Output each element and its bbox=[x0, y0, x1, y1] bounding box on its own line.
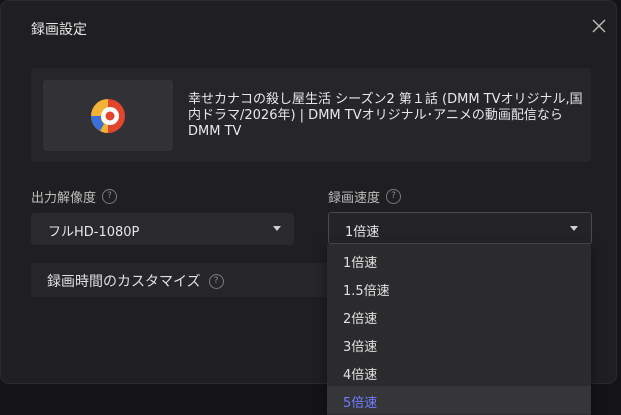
speed-option[interactable]: 3倍速 bbox=[327, 330, 591, 358]
speed-option-highlighted[interactable]: 5倍速 bbox=[327, 386, 591, 414]
recording-speed-dropdown: 1倍速 1.5倍速 2倍速 3倍速 4倍速 5倍速 bbox=[327, 244, 591, 415]
video-card: 幸せカナコの殺し屋生活 シーズン2 第１話 (DMM TVオリジナル,国内ドラマ… bbox=[31, 68, 591, 162]
speed-option[interactable]: 4倍速 bbox=[327, 358, 591, 386]
dmm-tv-logo-icon bbox=[91, 99, 125, 133]
speed-option[interactable]: 2倍速 bbox=[327, 302, 591, 330]
speed-option[interactable]: 1.5倍速 bbox=[327, 274, 591, 302]
output-resolution-value: フルHD-1080P bbox=[48, 225, 140, 240]
recording-speed-value: 1倍速 bbox=[345, 225, 380, 240]
chevron-down-icon bbox=[570, 226, 578, 231]
help-icon[interactable]: ? bbox=[102, 189, 118, 204]
output-resolution-label-text: 出力解像度 bbox=[31, 191, 97, 206]
speed-option[interactable]: 1倍速 bbox=[327, 246, 591, 274]
video-thumbnail bbox=[43, 80, 173, 151]
video-title: 幸せカナコの殺し屋生活 シーズン2 第１話 (DMM TVオリジナル,国内ドラマ… bbox=[188, 92, 583, 139]
help-icon[interactable]: ? bbox=[386, 189, 402, 204]
close-icon[interactable] bbox=[590, 17, 608, 35]
recording-speed-label-text: 録画速度 bbox=[328, 191, 381, 206]
recording-speed-select[interactable]: 1倍速 bbox=[328, 212, 592, 244]
custom-recording-time-row[interactable]: 録画時間のカスタマイズ ? bbox=[31, 263, 331, 297]
custom-recording-time-label: 録画時間のカスタマイズ bbox=[47, 274, 201, 290]
help-icon[interactable]: ? bbox=[208, 273, 224, 289]
recording-speed-label: 録画速度 ? bbox=[328, 187, 402, 206]
output-resolution-label: 出力解像度 ? bbox=[31, 187, 118, 206]
output-resolution-select[interactable]: フルHD-1080P bbox=[31, 213, 294, 245]
dialog-title: 録画設定 bbox=[31, 22, 87, 38]
chevron-down-icon bbox=[273, 226, 281, 231]
